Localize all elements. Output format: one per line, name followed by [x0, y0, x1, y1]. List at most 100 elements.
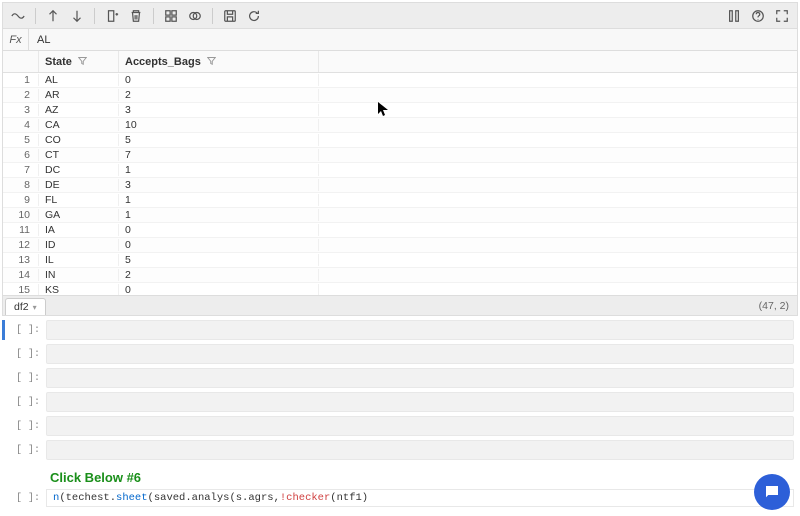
- grid-footer: df2 ▾ (47, 2): [3, 295, 797, 315]
- cell-state[interactable]: DC: [39, 164, 119, 176]
- add-column-icon[interactable]: [101, 5, 123, 27]
- cell-bags[interactable]: 0: [119, 239, 319, 251]
- cell-state[interactable]: GA: [39, 209, 119, 221]
- cell-prompt: [ ]:: [2, 392, 46, 412]
- code-cell[interactable]: [46, 344, 794, 364]
- filter-icon[interactable]: [78, 56, 87, 68]
- data-grid: State Accepts_Bags 1AL02AR23AZ34CA105CO5…: [3, 51, 797, 295]
- cell-bags[interactable]: 0: [119, 284, 319, 295]
- cell-prompt: [ ]:: [2, 320, 46, 340]
- cell-state[interactable]: AZ: [39, 104, 119, 116]
- cell-bags[interactable]: 7: [119, 149, 319, 161]
- chevron-down-icon[interactable]: ▾: [33, 303, 37, 312]
- code-cell[interactable]: n(techest.sheet(saved.analys(s.agrs,!che…: [46, 489, 794, 507]
- column-label: State: [45, 56, 72, 68]
- table-row[interactable]: 8DE3: [3, 178, 797, 193]
- chat-button[interactable]: [754, 474, 790, 510]
- cell-bags[interactable]: 3: [119, 179, 319, 191]
- cell-state[interactable]: IL: [39, 254, 119, 266]
- section-heading: Click Below #6: [0, 464, 800, 489]
- table-row[interactable]: 4CA10: [3, 118, 797, 133]
- table-row[interactable]: 1AL0: [3, 73, 797, 88]
- table-row[interactable]: 13IL5: [3, 253, 797, 268]
- table-row[interactable]: 15KS0: [3, 283, 797, 295]
- cell-state[interactable]: ID: [39, 239, 119, 251]
- cell-prompt: [ ]:: [2, 344, 46, 364]
- arrow-up-icon[interactable]: [42, 5, 64, 27]
- cell-bags[interactable]: 0: [119, 74, 319, 86]
- cell-state[interactable]: IN: [39, 269, 119, 281]
- trash-icon[interactable]: [125, 5, 147, 27]
- code-cell[interactable]: [46, 368, 794, 388]
- row-number: 13: [3, 254, 39, 266]
- fx-value[interactable]: AL: [29, 34, 797, 46]
- code-cell[interactable]: [46, 440, 794, 460]
- formula-bar: Fx AL: [3, 29, 797, 51]
- cell-state[interactable]: CT: [39, 149, 119, 161]
- save-icon[interactable]: [219, 5, 241, 27]
- columns-icon[interactable]: [723, 5, 745, 27]
- row-number: 2: [3, 89, 39, 101]
- cell-state[interactable]: KS: [39, 284, 119, 295]
- row-number: 10: [3, 209, 39, 221]
- dimensions-label: (47, 2): [759, 300, 797, 312]
- filter-icon[interactable]: [207, 56, 216, 68]
- grid-icon[interactable]: [160, 5, 182, 27]
- row-number: 14: [3, 269, 39, 281]
- table-row[interactable]: 12ID0: [3, 238, 797, 253]
- column-label: Accepts_Bags: [125, 56, 201, 68]
- table-row[interactable]: 7DC1: [3, 163, 797, 178]
- help-icon[interactable]: [747, 5, 769, 27]
- tab-name: df2: [14, 301, 29, 313]
- table-row[interactable]: 14IN2: [3, 268, 797, 283]
- cell-bags[interactable]: 2: [119, 269, 319, 281]
- row-number: 12: [3, 239, 39, 251]
- row-number: 9: [3, 194, 39, 206]
- cell-state[interactable]: AL: [39, 74, 119, 86]
- cell-bags[interactable]: 1: [119, 194, 319, 206]
- column-header-bags[interactable]: Accepts_Bags: [119, 51, 319, 72]
- cell-bags[interactable]: 10: [119, 119, 319, 131]
- cell-bags[interactable]: 5: [119, 134, 319, 146]
- cell-state[interactable]: CA: [39, 119, 119, 131]
- expand-icon[interactable]: [771, 5, 793, 27]
- cell-bags[interactable]: 0: [119, 224, 319, 236]
- cell-state[interactable]: DE: [39, 179, 119, 191]
- row-number: 11: [3, 224, 39, 236]
- table-row[interactable]: 10GA1: [3, 208, 797, 223]
- table-row[interactable]: 3AZ3: [3, 103, 797, 118]
- row-number-header: [3, 51, 39, 72]
- row-number: 8: [3, 179, 39, 191]
- row-number: 4: [3, 119, 39, 131]
- code-cell[interactable]: [46, 320, 794, 340]
- code-cell[interactable]: [46, 392, 794, 412]
- cell-bags[interactable]: 3: [119, 104, 319, 116]
- cell-state[interactable]: FL: [39, 194, 119, 206]
- cell-bags[interactable]: 1: [119, 209, 319, 221]
- table-row[interactable]: 9FL1: [3, 193, 797, 208]
- cell-prompt: [ ]:: [2, 368, 46, 388]
- column-header-state[interactable]: State: [39, 51, 119, 72]
- cell-bags[interactable]: 5: [119, 254, 319, 266]
- table-row[interactable]: 11IA0: [3, 223, 797, 238]
- cell-prompt: [ ]:: [2, 440, 46, 460]
- sheet-tab[interactable]: df2 ▾: [5, 298, 46, 315]
- wave-icon[interactable]: [7, 5, 29, 27]
- cell-prompt: [ ]:: [2, 416, 46, 436]
- table-row[interactable]: 2AR2: [3, 88, 797, 103]
- row-number: 15: [3, 284, 39, 295]
- cell-prompt: [ ]:: [2, 489, 46, 507]
- code-cell[interactable]: [46, 416, 794, 436]
- venn-icon[interactable]: [184, 5, 206, 27]
- refresh-icon[interactable]: [243, 5, 265, 27]
- cell-bags[interactable]: 2: [119, 89, 319, 101]
- cell-bags[interactable]: 1: [119, 164, 319, 176]
- cell-state[interactable]: CO: [39, 134, 119, 146]
- row-number: 7: [3, 164, 39, 176]
- cell-state[interactable]: AR: [39, 89, 119, 101]
- table-row[interactable]: 5CO5: [3, 133, 797, 148]
- arrow-down-icon[interactable]: [66, 5, 88, 27]
- row-number: 5: [3, 134, 39, 146]
- cell-state[interactable]: IA: [39, 224, 119, 236]
- table-row[interactable]: 6CT7: [3, 148, 797, 163]
